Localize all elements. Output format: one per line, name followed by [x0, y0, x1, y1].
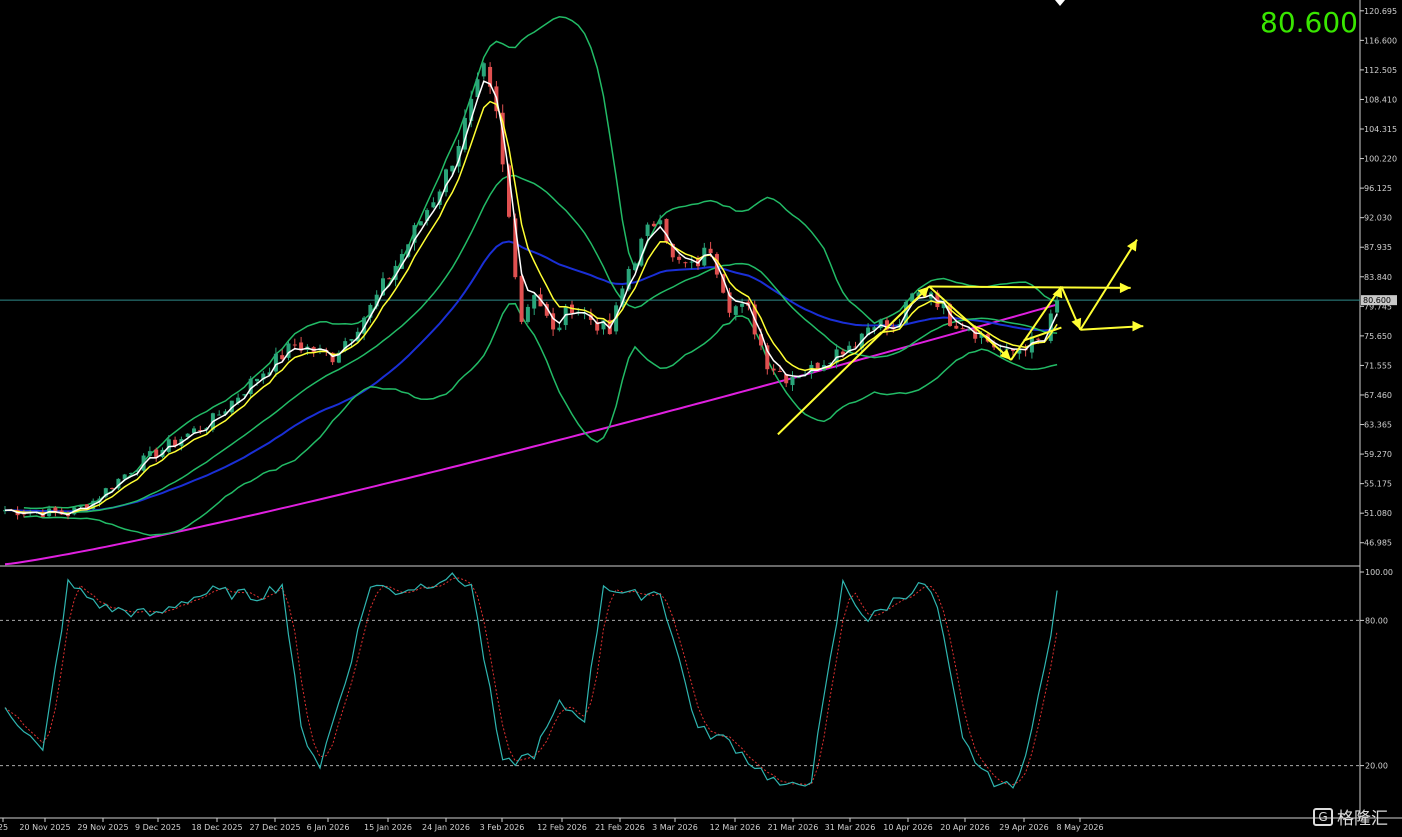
bollinger-lower-line [23, 302, 1058, 536]
time-tick-label: 3 Feb 2026 [480, 823, 525, 832]
oscillator-tick-label: 80.00 [1365, 616, 1388, 625]
ema-slow-line [4, 240, 1058, 513]
candle-body [292, 344, 297, 346]
time-tick-label: 31 Mar 2026 [825, 823, 876, 832]
price-tick-label: 55.175 [1364, 480, 1392, 489]
current-price-tag-label: 80.600 [1363, 296, 1391, 305]
candle-body [431, 202, 436, 208]
candle-body [557, 327, 562, 331]
bollinger-upper-line [23, 16, 1058, 510]
time-tick-label: 21 Mar 2026 [768, 823, 819, 832]
time-tick-label: 6 Jan 2026 [307, 823, 350, 832]
time-tick-label: 20 Nov 2025 [19, 823, 70, 832]
oscillator-tick-label: 100.00 [1365, 568, 1393, 577]
oscillator-signal-line [4, 577, 1058, 786]
watermark-text: 格隆汇 [1337, 809, 1388, 829]
trendline-up-2 [1010, 285, 1063, 361]
candle-body [78, 505, 83, 507]
time-tick-label: 12 Feb 2026 [537, 823, 587, 832]
shift-marker-icon[interactable] [1055, 0, 1065, 6]
oscillator-main-line [4, 572, 1058, 789]
candle-body [129, 473, 133, 475]
candle-body [418, 221, 423, 226]
arrow-head-icon [1132, 320, 1144, 332]
time-tick-label: 18 Dec 2025 [191, 823, 242, 832]
candle-body [708, 248, 713, 254]
candle-body [481, 63, 486, 77]
time-tick-label: 24 Jan 2026 [422, 823, 470, 832]
price-tick-label: 108.410 [1364, 95, 1397, 104]
arrow-head-icon [1126, 239, 1137, 252]
candle-body [771, 368, 776, 371]
time-tick-label: 29 Apr 2026 [999, 823, 1048, 832]
candle-body [1055, 300, 1060, 313]
price-tick-label: 46.985 [1364, 539, 1392, 548]
candle-body [683, 262, 688, 264]
time-tick-label: 29 Nov 2025 [77, 823, 128, 832]
time-tick-label: 3 Mar 2026 [652, 823, 698, 832]
price-tick-label: 51.080 [1364, 509, 1392, 518]
time-tick-label: 15 Jan 2026 [364, 823, 412, 832]
current-price-label: 80.600 [1260, 6, 1358, 39]
candle-body [960, 328, 965, 330]
candle-body [217, 414, 222, 416]
candle-body [147, 451, 152, 456]
price-tick-label: 116.600 [1364, 36, 1397, 45]
resistance-line [929, 285, 1131, 289]
time-tick-label: 21 Feb 2026 [595, 823, 645, 832]
candle-body [796, 377, 801, 379]
watermark-logo-icon: G [1313, 807, 1333, 826]
candle-body [658, 220, 663, 225]
price-tick-label: 87.935 [1364, 243, 1392, 252]
price-chart: 120.695 116.600 112.505 108.410 104.315 100.2… [0, 0, 1402, 832]
candle-body [777, 371, 782, 373]
price-tick-label: 63.365 [1364, 421, 1392, 430]
candle-body [255, 378, 259, 382]
time-tick-label: 25 [0, 823, 8, 832]
candle-body [1036, 338, 1041, 340]
candle-body [733, 306, 738, 315]
price-tick-label: 112.505 [1364, 66, 1397, 75]
trendline-up [777, 285, 930, 436]
price-tick-label: 67.460 [1364, 391, 1392, 400]
candle-body [664, 218, 669, 243]
watermark: G 格隆汇 [1313, 804, 1388, 829]
time-tick-label: 12 Mar 2026 [710, 823, 761, 832]
candle-body [740, 303, 745, 307]
time-tick-label: 27 Dec 2025 [249, 823, 300, 832]
candle-body [532, 295, 537, 309]
time-tick-label: 8 May 2026 [1056, 823, 1103, 832]
bollinger-middle-line [23, 174, 1058, 514]
candle-body [645, 224, 650, 236]
candle-body [519, 275, 524, 322]
candle-body [790, 377, 795, 386]
candle-body [349, 339, 354, 341]
price-tick-label: 96.125 [1364, 184, 1392, 193]
breakout-line [1079, 239, 1138, 331]
candle-body [110, 487, 115, 489]
ema-long-line [4, 303, 1058, 566]
time-tick-label: 20 Apr 2026 [940, 823, 989, 832]
candle-body [689, 261, 694, 263]
oscillator-tick-label: 20.00 [1365, 762, 1388, 771]
candle-body [651, 223, 656, 227]
candle-body [954, 325, 959, 329]
price-tick-label: 59.270 [1364, 450, 1392, 459]
arrow-head-icon [1119, 282, 1131, 294]
price-tick-label: 120.695 [1364, 7, 1397, 16]
price-tick-label: 100.220 [1364, 155, 1397, 164]
candle-body [387, 278, 392, 280]
candle-body [273, 353, 278, 372]
price-tick-label: 104.315 [1364, 125, 1397, 134]
price-tick-label: 83.840 [1364, 273, 1392, 282]
time-tick-label: 10 Apr 2026 [883, 823, 932, 832]
price-tick-label: 71.555 [1364, 361, 1392, 370]
time-tick-label: 9 Dec 2025 [135, 823, 181, 832]
candle-body [525, 306, 530, 322]
candle-body [166, 439, 171, 452]
candle-body [677, 256, 682, 260]
price-tick-label: 75.650 [1364, 332, 1392, 341]
price-tick-label: 92.030 [1364, 214, 1392, 223]
